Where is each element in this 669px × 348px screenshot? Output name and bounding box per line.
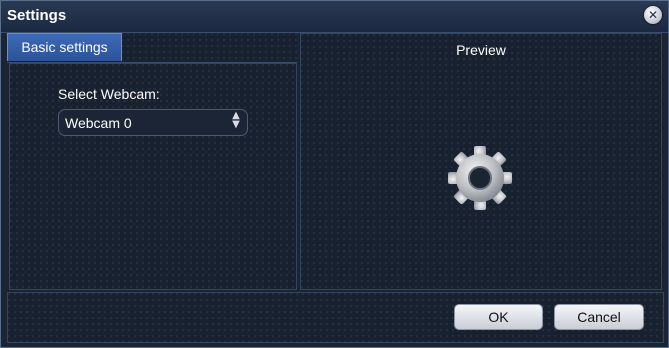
chevron-up-down-icon: ▲ ▼ [232, 110, 240, 130]
gear-icon [448, 146, 512, 210]
preview-panel: Preview [300, 33, 662, 290]
settings-window: Settings ✕ Basic settings Select Webcam:… [0, 0, 669, 348]
dialog-footer: OK Cancel [7, 292, 664, 343]
webcam-label: Select Webcam: [58, 86, 160, 102]
tab-strip: Basic settings [7, 33, 297, 63]
ok-button[interactable]: OK [454, 304, 543, 330]
title-bar[interactable]: Settings ✕ [1, 1, 668, 33]
cancel-button[interactable]: Cancel [554, 304, 644, 330]
preview-title: Preview [456, 42, 506, 58]
webcam-select[interactable]: Webcam 0 ▲ ▼ [58, 109, 248, 136]
webcam-select-value: Webcam 0 [65, 115, 132, 131]
tab-basic-settings[interactable]: Basic settings [7, 33, 122, 61]
close-button[interactable]: ✕ [644, 6, 662, 24]
close-icon: ✕ [647, 8, 659, 22]
basic-settings-panel: Select Webcam: Webcam 0 ▲ ▼ [9, 63, 297, 290]
window-title: Settings [7, 7, 67, 24]
